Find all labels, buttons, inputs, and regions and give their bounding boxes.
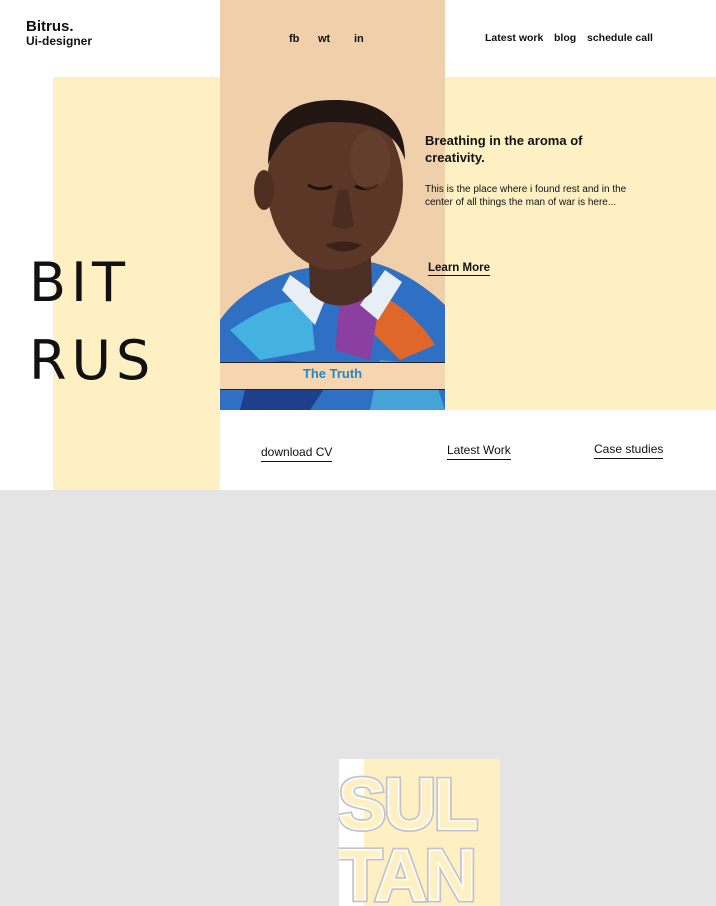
- social-link-linkedin[interactable]: in: [354, 33, 364, 45]
- portrait-photo: [220, 0, 445, 410]
- latest-work-link[interactable]: Latest Work: [447, 443, 511, 460]
- nav-schedule-call[interactable]: schedule call: [587, 32, 653, 44]
- brand-logo[interactable]: Bitrus. Ui-designer: [26, 19, 92, 48]
- sultan-logo-text: SUL SUL TAN TAN: [339, 763, 481, 906]
- photo-caption-band: The Truth: [220, 362, 445, 390]
- case-studies-link[interactable]: Case studies: [594, 442, 664, 459]
- nav-latest-work[interactable]: Latest work: [485, 32, 543, 44]
- hero-big-text-line2: RUS: [29, 329, 156, 392]
- nav-blog[interactable]: blog: [554, 32, 576, 44]
- social-link-wt[interactable]: wt: [318, 33, 330, 45]
- brand-name: Bitrus.: [26, 18, 74, 35]
- cream-panel-right: [445, 77, 716, 410]
- learn-more-link[interactable]: Learn More: [428, 262, 490, 276]
- portrait-column: [220, 0, 445, 410]
- download-cv-link[interactable]: download CV: [261, 445, 333, 462]
- sultan-logo: SUL SUL TAN TAN: [339, 759, 500, 906]
- hero-headline: Breathing in the aroma of creativity.: [425, 133, 583, 165]
- sultan-line1-inner: SUL: [339, 765, 476, 845]
- photo-caption: The Truth: [302, 366, 363, 381]
- brand-role: Ui-designer: [26, 34, 93, 48]
- hero-description: This is the place where i found rest and…: [425, 184, 627, 208]
- sultan-line2-inner: TAN: [339, 836, 475, 906]
- social-link-facebook[interactable]: fb: [289, 33, 299, 45]
- hero-big-text-line1: BIT: [29, 251, 130, 314]
